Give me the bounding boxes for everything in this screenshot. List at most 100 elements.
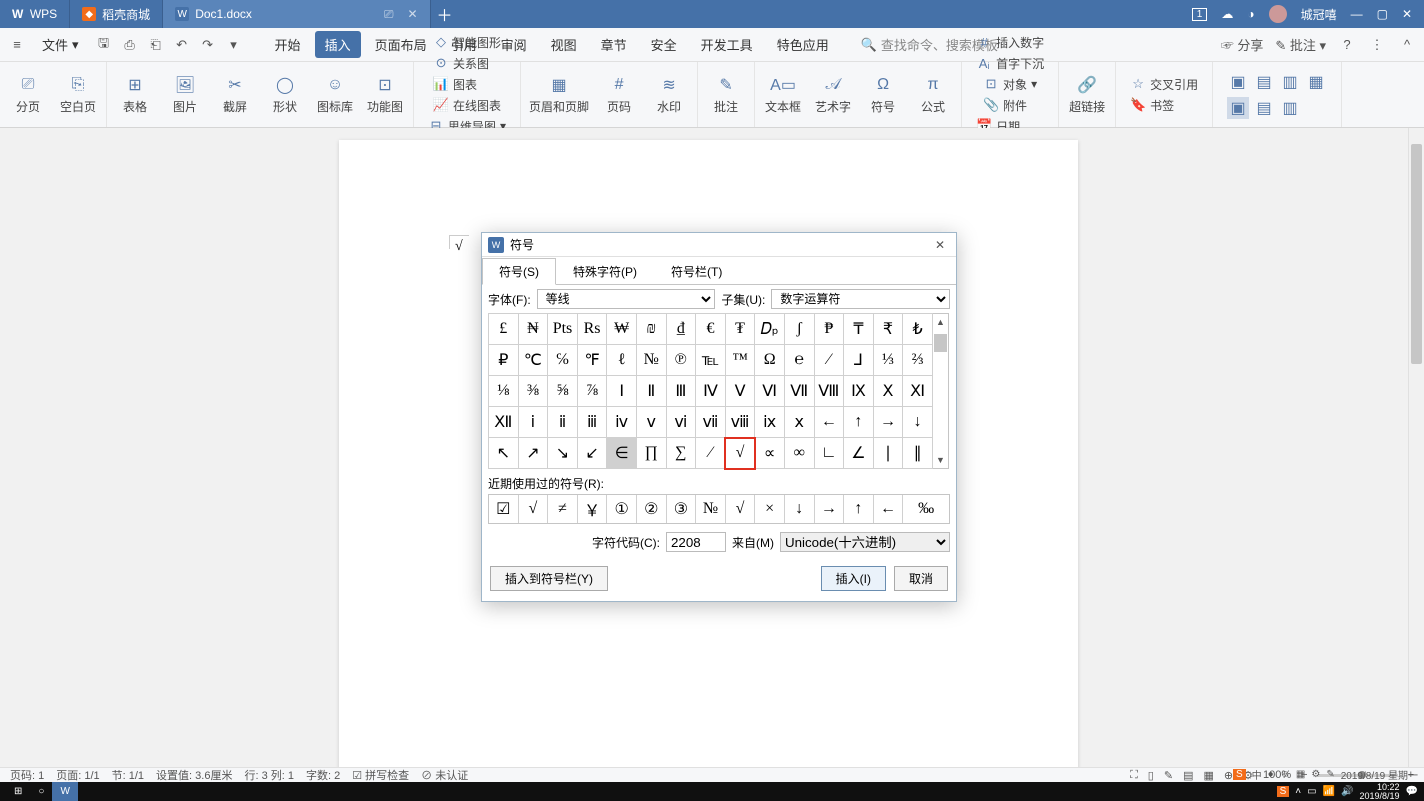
symbol-cell[interactable]: ⅳ <box>607 407 637 438</box>
status-auth[interactable]: ⊘ 未认证 <box>421 767 468 783</box>
symbol-cell[interactable]: Ⅹ <box>873 376 903 407</box>
symbol-cell[interactable]: £ <box>489 314 519 345</box>
view-page-icon[interactable]: ▤ <box>1183 769 1193 782</box>
wps-taskbar-button[interactable]: W <box>52 782 77 801</box>
window-close-icon[interactable]: ✕ <box>1402 7 1412 21</box>
tab-start[interactable]: 开始 <box>265 31 311 58</box>
notifications-icon[interactable]: 💬 <box>1406 786 1418 797</box>
rib-view5-icon[interactable]: ▣ <box>1227 97 1249 119</box>
start-button[interactable]: ⊞ <box>6 782 30 801</box>
symbol-cell[interactable]: Ⅶ <box>784 376 814 407</box>
tray-up-icon[interactable]: ˄ <box>1295 786 1301 797</box>
symbol-cell[interactable]: ₽ <box>489 345 519 376</box>
rib-view7-icon[interactable]: ▥ <box>1279 97 1301 119</box>
print-icon[interactable]: ⎙ <box>121 36 139 54</box>
status-pages[interactable]: 页面: 1/1 <box>56 767 99 783</box>
recent-symbol[interactable]: ① <box>607 495 637 523</box>
recent-symbol[interactable]: × <box>755 495 785 523</box>
symbol-cell[interactable]: ℓ <box>607 345 637 376</box>
symbol-cell[interactable]: Ⅱ <box>636 376 666 407</box>
rib-crossref[interactable]: ☆交叉引用 <box>1130 76 1198 93</box>
rib-dropcap[interactable]: Aᵢ首字下沉 <box>976 55 1044 72</box>
recent-symbol[interactable]: ② <box>637 495 667 523</box>
recent-symbol[interactable]: ↓ <box>785 495 815 523</box>
search-button[interactable]: ○ <box>30 782 52 801</box>
rib-textbox[interactable]: A▭文本框 <box>763 74 803 115</box>
symbol-cell[interactable]: ℗ <box>666 345 696 376</box>
symbol-cell[interactable]: ⅛ <box>489 376 519 407</box>
insert-to-toolbar-button[interactable]: 插入到符号栏(Y) <box>490 566 608 591</box>
recent-symbol[interactable]: → <box>815 495 845 523</box>
view-outline-icon[interactable]: ▦ <box>1203 769 1213 782</box>
symbol-cell[interactable]: ℡ <box>696 345 726 376</box>
symbol-cell[interactable]: ← <box>814 407 844 438</box>
rib-table[interactable]: ⊞表格 <box>115 74 155 115</box>
symbol-cell[interactable]: ⅵ <box>666 407 696 438</box>
symbol-cell[interactable]: ⅴ <box>636 407 666 438</box>
tab-close-icon[interactable]: ✕ <box>408 7 418 21</box>
symbol-cell[interactable]: ↑ <box>844 407 874 438</box>
rib-view2-icon[interactable]: ▤ <box>1253 71 1275 93</box>
symbol-cell[interactable]: Ⅻ <box>489 407 519 438</box>
symbol-cell[interactable]: Ⅺ <box>903 376 933 407</box>
symbol-cell[interactable]: ⁄ <box>814 345 844 376</box>
rib-page-break[interactable]: ⎚分页 <box>8 74 48 115</box>
symbol-cell[interactable]: ℅ <box>548 345 578 376</box>
cancel-button[interactable]: 取消 <box>894 566 948 591</box>
subset-select[interactable]: 数字运算符 <box>771 289 950 309</box>
symbol-cell[interactable]: Rs <box>577 314 607 345</box>
window-restore-icon[interactable]: ▢ <box>1377 7 1388 21</box>
tab-view[interactable]: 视图 <box>541 31 587 58</box>
share-button[interactable]: ☞ 分享 <box>1221 35 1264 54</box>
hamburger-icon[interactable]: ≡ <box>8 36 26 54</box>
symbol-cell[interactable]: ∣ <box>873 438 903 469</box>
view-web-icon[interactable]: ⊕ <box>1224 769 1233 782</box>
badge[interactable]: 1 <box>1192 8 1208 21</box>
recent-symbol[interactable]: √ <box>519 495 549 523</box>
rib-header-footer[interactable]: ▦页眉和页脚 <box>529 74 589 115</box>
symbol-cell[interactable]: √ <box>725 438 755 469</box>
symbol-cell[interactable]: ₦ <box>518 314 548 345</box>
view-fullscreen-icon[interactable]: ⛶ <box>1130 769 1138 782</box>
rib-watermark[interactable]: ≋水印 <box>649 74 689 115</box>
rib-bookmark[interactable]: 🔖书签 <box>1130 97 1198 114</box>
cloud-icon[interactable]: ☁ <box>1221 7 1233 21</box>
scrollbar-thumb[interactable] <box>1411 144 1422 364</box>
rib-symbol[interactable]: Ω符号 <box>863 74 903 115</box>
recent-symbol[interactable]: ☑ <box>489 495 519 523</box>
symbol-cell[interactable]: ⅸ <box>755 407 785 438</box>
insert-button[interactable]: 插入(I) <box>821 566 886 591</box>
annotate-button[interactable]: ✎ 批注 ▾ <box>1275 35 1326 54</box>
symbol-cell[interactable]: ↓ <box>903 407 933 438</box>
status-lncol[interactable]: 行: 3 列: 1 <box>244 767 294 783</box>
recent-symbol[interactable]: √ <box>726 495 756 523</box>
recent-symbol[interactable]: ← <box>874 495 904 523</box>
symbol-cell[interactable]: ⅹ <box>784 407 814 438</box>
symbol-cell[interactable]: ∞ <box>784 438 814 469</box>
more-icon[interactable]: ▾ <box>225 36 243 54</box>
tab-security[interactable]: 安全 <box>641 31 687 58</box>
symbol-cell[interactable]: ™ <box>725 345 755 376</box>
file-menu[interactable]: 文件 ▾ <box>34 33 87 56</box>
symbol-cell[interactable]: ↗ <box>518 438 548 469</box>
tab-add-button[interactable]: ＋ <box>431 2 459 26</box>
symbol-cell[interactable]: ∥ <box>903 438 933 469</box>
symbol-cell[interactable]: Ⅸ <box>844 376 874 407</box>
rib-equation[interactable]: π公式 <box>913 74 953 115</box>
symbol-cell[interactable]: ʃ <box>784 314 814 345</box>
app-tab[interactable]: W WPS <box>0 0 70 28</box>
scroll-up-icon[interactable]: ▲ <box>933 314 948 330</box>
symbol-cell[interactable]: ∝ <box>755 438 785 469</box>
scroll-thumb[interactable] <box>934 334 947 352</box>
symbol-cell[interactable]: ₺ <box>903 314 933 345</box>
status-spell[interactable]: ☑ 拼写检查 <box>352 767 409 783</box>
tab-devtools[interactable]: 开发工具 <box>691 31 763 58</box>
save-icon[interactable]: 🖫 <box>95 36 113 54</box>
symbol-cell[interactable]: ↘ <box>548 438 578 469</box>
symbol-cell[interactable]: ₩ <box>607 314 637 345</box>
rib-view3-icon[interactable]: ▥ <box>1279 71 1301 93</box>
tab-doc1[interactable]: W Doc1.docx ⎚ ✕ <box>163 0 430 28</box>
rib-online-chart[interactable]: 📈在线图表 <box>433 97 501 114</box>
status-words[interactable]: 字数: 2 <box>306 767 340 783</box>
rib-image[interactable]: 🖼图片 <box>165 74 205 115</box>
